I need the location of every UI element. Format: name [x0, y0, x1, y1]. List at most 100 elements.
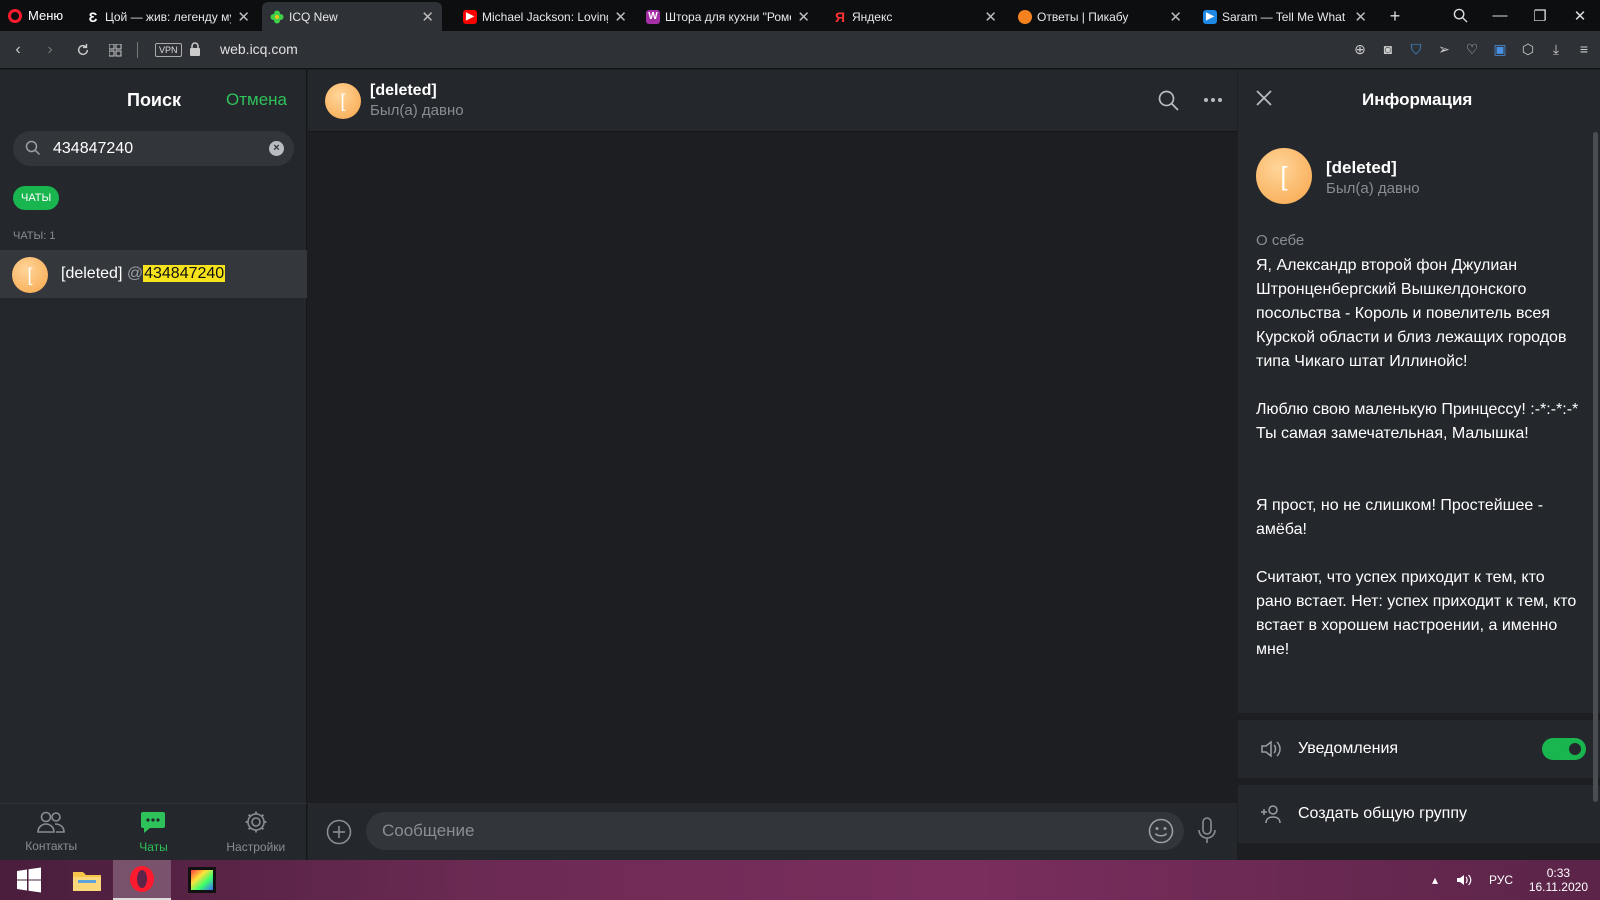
browser-tab-active[interactable]: ICQ New ✕ [262, 2, 442, 31]
address-toolbar: ⊕ ◙ ⛉ ➢ ♡ ▣ ⬡ ⤓ ≡ [1352, 40, 1592, 58]
clock-date: 16.11.2020 [1528, 880, 1588, 894]
search-result-row[interactable]: [ [deleted] @434847240 [0, 250, 307, 298]
speaker-icon [1260, 739, 1282, 764]
search-box[interactable]: × [13, 131, 294, 166]
section-divider [1238, 778, 1600, 785]
cancel-search-button[interactable]: Отмена [226, 90, 287, 110]
attach-plus-icon[interactable] [326, 819, 352, 850]
result-text: [deleted] @434847240 [61, 265, 226, 283]
heart-icon[interactable]: ♡ [1464, 40, 1480, 58]
minimize-icon[interactable]: — [1480, 0, 1520, 31]
volume-icon[interactable] [1456, 860, 1472, 900]
vpn-badge[interactable]: VPN [155, 43, 182, 57]
browser-tab-strip: Меню Ɛ Цой — жив: легенду му ✕ ICQ New ✕… [0, 0, 1600, 31]
section-divider [1238, 713, 1600, 720]
system-clock[interactable]: 0:33 16.11.2020 [1529, 866, 1588, 894]
create-group-row[interactable]: Создать общую группу [1238, 785, 1600, 843]
avatar: [ [12, 257, 48, 293]
camera-icon[interactable]: ◙ [1380, 40, 1396, 58]
windows-start-icon[interactable] [0, 860, 58, 900]
opera-menu-button[interactable]: Меню [8, 0, 63, 31]
about-text: Я, Александр второй фон Джулиан Штронцен… [1256, 257, 1579, 658]
browser-tab[interactable]: Ɛ Цой — жив: легенду му ✕ [78, 2, 258, 31]
tab-close-icon[interactable]: ✕ [614, 8, 627, 26]
nav-settings-label: Настройки [226, 840, 286, 854]
chat-contact-name[interactable]: [deleted] [370, 82, 437, 100]
shield-icon[interactable]: ⛉ [1408, 40, 1424, 58]
e-icon: Ɛ [88, 8, 98, 25]
browser-tab[interactable]: Ответы | Пикабу ✕ [1010, 2, 1190, 31]
tab-title: Saram — Tell Me What H [1222, 9, 1349, 24]
search-input[interactable] [53, 131, 253, 166]
restore-icon[interactable]: ❐ [1520, 0, 1560, 31]
info-contact-status: Был(а) давно [1326, 180, 1420, 197]
send-icon[interactable]: ➢ [1436, 40, 1452, 58]
nav-settings[interactable]: Настройки [205, 804, 307, 860]
avatar[interactable]: [ [1256, 148, 1312, 204]
zoom-icon[interactable]: ⊕ [1352, 40, 1368, 58]
tray-expand-icon[interactable]: ▴ [1432, 860, 1438, 900]
create-group-label: Создать общую группу [1298, 805, 1467, 822]
tab-close-icon[interactable]: ✕ [421, 8, 434, 26]
lock-icon[interactable] [190, 42, 200, 56]
browser-tab[interactable]: W Штора для кухни "Роме ✕ [638, 2, 818, 31]
opera-taskbar-icon[interactable] [113, 860, 171, 900]
info-scrollbar[interactable] [1593, 132, 1598, 802]
media-player-icon[interactable] [173, 860, 231, 900]
message-input-wrapper [366, 812, 1184, 850]
tab-close-icon[interactable]: ✕ [984, 8, 997, 26]
file-explorer-icon[interactable] [58, 860, 116, 900]
bottom-nav: Контакты Чаты Настройки [0, 803, 307, 860]
tab-search-icon[interactable] [1440, 0, 1480, 31]
browser-tab[interactable]: ▶ Saram — Tell Me What H ✕ [1195, 2, 1375, 31]
download-icon[interactable]: ⤓ [1548, 40, 1564, 58]
add-user-icon [1260, 804, 1282, 829]
youtube-icon: ▶ [463, 9, 477, 24]
chat-search-icon[interactable] [1158, 90, 1179, 116]
speed-dial-grid-icon[interactable] [105, 40, 125, 60]
result-handle-highlight: 434847240 [143, 265, 226, 282]
new-tab-button[interactable]: + [1378, 2, 1412, 31]
tab-title: Michael Jackson: Loving [482, 9, 609, 24]
emoji-icon[interactable] [1148, 818, 1174, 849]
clear-search-icon[interactable]: × [269, 141, 284, 156]
nav-chats[interactable]: Чаты [102, 804, 204, 860]
microphone-icon[interactable] [1197, 817, 1217, 850]
message-input[interactable] [382, 812, 1102, 850]
back-icon[interactable]: ‹ [8, 40, 28, 60]
info-panel: Информация [ [deleted] Был(а) давно О се… [1238, 70, 1600, 860]
forward-icon[interactable]: › [40, 40, 60, 60]
pikabu-icon [1018, 9, 1032, 24]
notifications-label: Уведомления [1298, 740, 1399, 757]
chat-header: [ [deleted] Был(а) давно [308, 70, 1237, 132]
tab-close-icon[interactable]: ✕ [237, 8, 250, 26]
window-close-icon[interactable]: ✕ [1560, 0, 1600, 31]
cube-icon[interactable]: ⬡ [1520, 40, 1536, 58]
reload-icon[interactable] [73, 40, 93, 60]
contacts-icon [36, 811, 66, 836]
tab-close-icon[interactable]: ✕ [797, 8, 810, 26]
avatar[interactable]: [ [325, 83, 361, 119]
results-count-label: ЧАТЫ: 1 [13, 230, 56, 242]
tab-title: Штора для кухни "Роме [665, 9, 792, 24]
result-name: [deleted] [61, 265, 123, 282]
tab-close-icon[interactable]: ✕ [1169, 8, 1182, 26]
url-text[interactable]: web.icq.com [220, 41, 298, 57]
filter-chip-chats[interactable]: ЧАТЫ [13, 186, 60, 210]
address-divider [137, 42, 138, 58]
nav-contacts[interactable]: Контакты [0, 804, 102, 860]
about-label: О себе [1256, 232, 1305, 249]
nav-chats-label: Чаты [139, 840, 168, 854]
browser-tab[interactable]: ▶ Michael Jackson: Loving ✕ [455, 2, 635, 31]
notifications-toggle[interactable] [1542, 738, 1586, 760]
tab-close-icon[interactable]: ✕ [1354, 8, 1367, 26]
sidebar-menu-icon[interactable]: ≡ [1576, 40, 1592, 58]
settings-gear-icon [244, 810, 268, 837]
more-options-icon[interactable] [1204, 98, 1222, 102]
info-contact-name: [deleted] [1326, 158, 1397, 177]
close-info-icon[interactable] [1256, 90, 1272, 111]
extension-icon[interactable]: ▣ [1492, 40, 1508, 58]
language-indicator[interactable]: РУС [1489, 860, 1513, 900]
tab-title: Цой — жив: легенду му [105, 9, 232, 24]
browser-tab[interactable]: Я Яндекс ✕ [825, 2, 1005, 31]
